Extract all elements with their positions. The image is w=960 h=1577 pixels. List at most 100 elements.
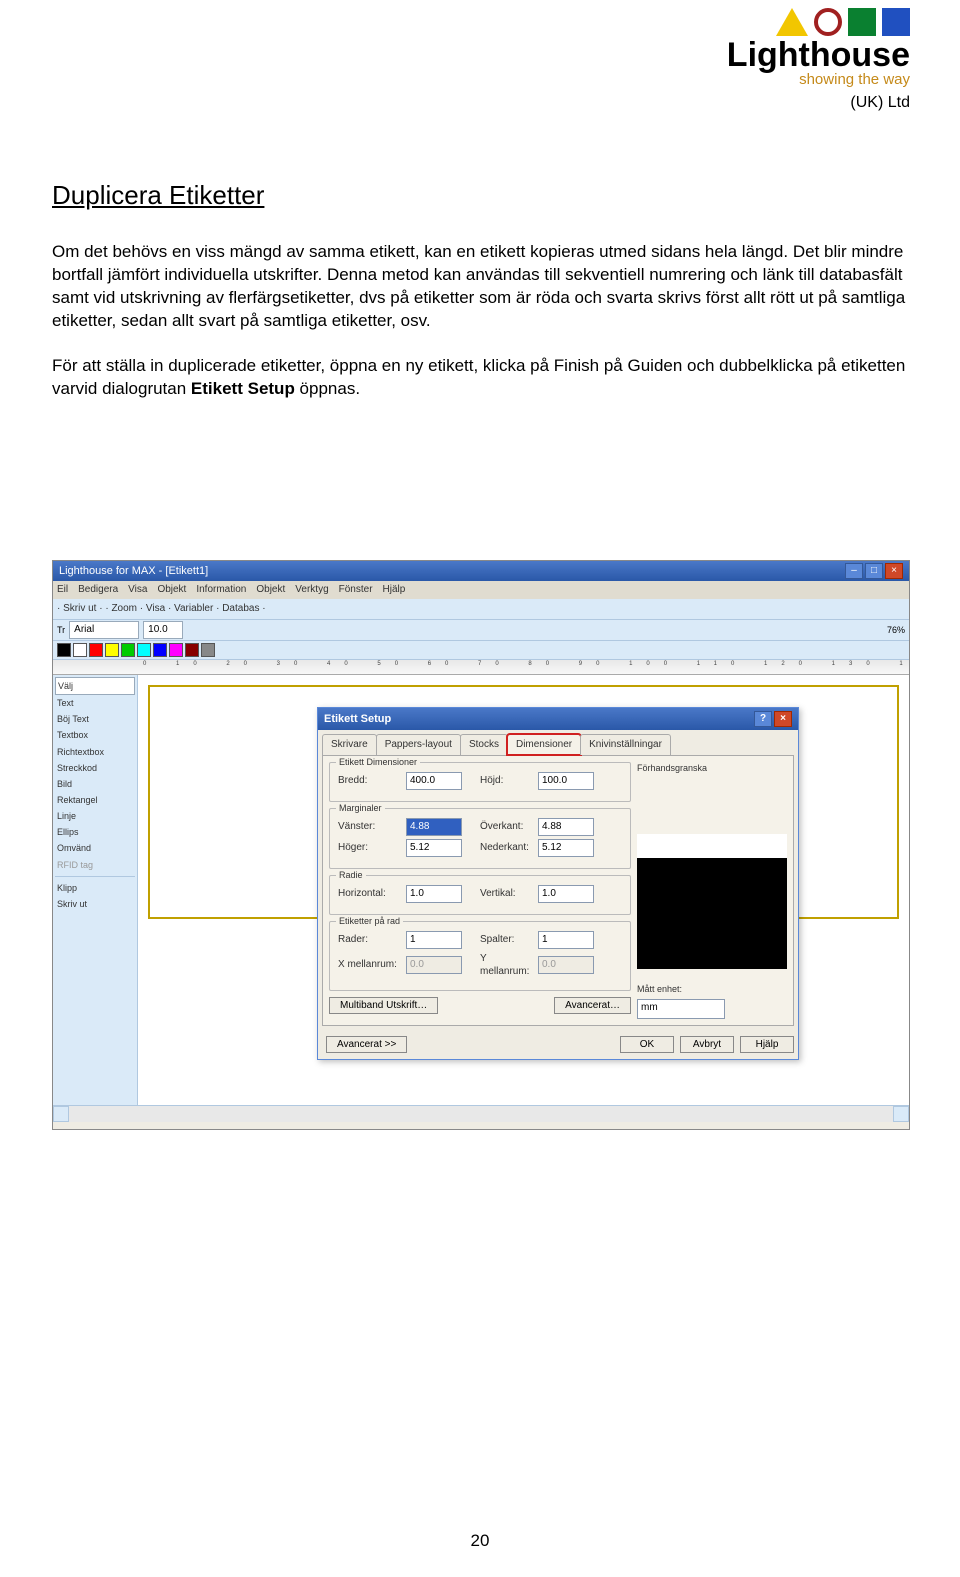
color-swatches[interactable] xyxy=(53,641,909,660)
swatch[interactable] xyxy=(73,643,87,657)
group-radius: Radie Horizontal: 1.0 Vertikal: 1.0 xyxy=(329,875,631,915)
font-select[interactable]: Arial xyxy=(69,621,139,639)
swatch[interactable] xyxy=(137,643,151,657)
ok-button[interactable]: OK xyxy=(620,1036,674,1053)
dialog-titlebar[interactable]: Etikett Setup ? × xyxy=(318,708,798,730)
tool-image[interactable]: Bild xyxy=(55,776,135,792)
tool-ellipse[interactable]: Ellips xyxy=(55,824,135,840)
tool-select[interactable]: Välj xyxy=(55,677,135,695)
swatch[interactable] xyxy=(121,643,135,657)
tool-print[interactable]: Skriv ut xyxy=(55,896,135,912)
label-vertikal: Vertikal: xyxy=(480,887,538,901)
group-legend: Radie xyxy=(336,869,366,881)
menu-tools[interactable]: Verktyg xyxy=(295,583,328,597)
cancel-button[interactable]: Avbryt xyxy=(680,1036,734,1053)
tool-line[interactable]: Linje xyxy=(55,808,135,824)
tab-stocks[interactable]: Stocks xyxy=(460,734,508,755)
preview-label: Förhandsgranska xyxy=(637,762,787,774)
label-rader: Rader: xyxy=(338,933,406,947)
scroll-right-button[interactable] xyxy=(893,1106,909,1122)
input-bredd[interactable]: 400.0 xyxy=(406,772,462,790)
menu-window[interactable]: Fönster xyxy=(339,583,373,597)
swatch[interactable] xyxy=(169,643,183,657)
tool-barcode[interactable]: Streckkod xyxy=(55,760,135,776)
tab-dimensioner[interactable]: Dimensioner xyxy=(507,734,581,755)
maximize-button[interactable]: □ xyxy=(865,563,883,579)
menu-object2[interactable]: Objekt xyxy=(256,583,285,597)
tool-richtextbox[interactable]: Richtextbox xyxy=(55,744,135,760)
multiband-button[interactable]: Multiband Utskrift… xyxy=(329,997,438,1014)
unit-label: Mått enhet: xyxy=(637,983,787,995)
swatch[interactable] xyxy=(105,643,119,657)
window-titlebar[interactable]: Lighthouse for MAX - [Etikett1] – □ × xyxy=(53,561,909,581)
toolbar-main[interactable]: · Skriv ut · · Zoom · Visa · Variabler ·… xyxy=(53,599,909,620)
help-button[interactable]: Hjälp xyxy=(740,1036,794,1053)
tab-papper[interactable]: Pappers-layout xyxy=(376,734,461,755)
logo-subtitle: showing the way xyxy=(799,70,910,90)
tool-rfid: RFID tag xyxy=(55,857,135,873)
menu-bar[interactable]: Eil Bedigera Visa Objekt Information Obj… xyxy=(53,581,909,599)
minimize-button[interactable]: – xyxy=(845,563,863,579)
scroll-left-button[interactable] xyxy=(53,1106,69,1122)
logo-tail: (UK) Ltd xyxy=(850,92,910,114)
font-toolbar[interactable]: Tr Arial 10.0 76% xyxy=(53,620,909,641)
label-nederkant: Nederkant: xyxy=(480,841,538,855)
tool-cut[interactable]: Klipp xyxy=(55,880,135,896)
advanced-expand-button[interactable]: Avancerat >> xyxy=(326,1036,407,1053)
input-hojd[interactable]: 100.0 xyxy=(538,772,594,790)
label-y-mellanrum: Y mellanrum: xyxy=(480,952,538,979)
dialog-close-button[interactable]: × xyxy=(774,711,792,727)
label-hojd: Höjd: xyxy=(480,774,538,788)
tool-textbox[interactable]: Textbox xyxy=(55,727,135,743)
horizontal-ruler: 0 10 20 30 40 50 60 70 80 90 100 110 120… xyxy=(53,660,909,675)
tool-curved-text[interactable]: Böj Text xyxy=(55,711,135,727)
dialog-tabs[interactable]: Skrivare Pappers-layout Stocks Dimension… xyxy=(318,730,798,755)
input-horizontal[interactable]: 1.0 xyxy=(406,885,462,903)
swatch[interactable] xyxy=(153,643,167,657)
input-rader[interactable]: 1 xyxy=(406,931,462,949)
fontsize-select[interactable]: 10.0 xyxy=(143,621,183,639)
menu-view[interactable]: Visa xyxy=(128,583,147,597)
horizontal-scrollbar[interactable] xyxy=(53,1105,909,1122)
swatch[interactable] xyxy=(57,643,71,657)
label-horizontal: Horizontal: xyxy=(338,887,406,901)
input-nederkant[interactable]: 5.12 xyxy=(538,839,594,857)
swatch[interactable] xyxy=(201,643,215,657)
tool-text[interactable]: Text xyxy=(55,695,135,711)
preview-box xyxy=(637,834,787,969)
tab-skrivare[interactable]: Skrivare xyxy=(322,734,377,755)
group-rows: Etiketter på rad Rader: 1 Spalter: 1 X m… xyxy=(329,921,631,991)
menu-edit[interactable]: Bedigera xyxy=(78,583,118,597)
menu-file[interactable]: Eil xyxy=(57,583,68,597)
paragraph-1: Om det behövs en viss mängd av samma eti… xyxy=(52,241,908,333)
etikett-setup-dialog: Etikett Setup ? × Skrivare Pappers-layou… xyxy=(317,707,799,1060)
window-title: Lighthouse for MAX - [Etikett1] xyxy=(59,564,208,579)
scroll-track[interactable] xyxy=(69,1106,893,1122)
menu-help[interactable]: Hjälp xyxy=(383,583,406,597)
tool-inverse[interactable]: Omvänd xyxy=(55,840,135,856)
unit-select[interactable]: mm xyxy=(637,999,725,1019)
dialog-help-button[interactable]: ? xyxy=(754,711,772,727)
group-margins: Marginaler Vänster: 4.88 Överkant: 4.88 … xyxy=(329,808,631,869)
input-spalter[interactable]: 1 xyxy=(538,931,594,949)
label-vanster: Vänster: xyxy=(338,820,406,834)
group-dimensions: Etikett Dimensioner Bredd: 400.0 Höjd: 1… xyxy=(329,762,631,802)
input-vertikal[interactable]: 1.0 xyxy=(538,885,594,903)
menu-object[interactable]: Objekt xyxy=(157,583,186,597)
input-overkant[interactable]: 4.88 xyxy=(538,818,594,836)
swatch[interactable] xyxy=(185,643,199,657)
input-hoger[interactable]: 5.12 xyxy=(406,839,462,857)
close-button[interactable]: × xyxy=(885,563,903,579)
advanced-button[interactable]: Avancerat… xyxy=(554,997,631,1014)
tool-palette[interactable]: Välj Text Böj Text Textbox Richtextbox S… xyxy=(53,675,138,1105)
para2-part-a: För att ställa in duplicerade etiketter,… xyxy=(52,356,905,398)
menu-info[interactable]: Information xyxy=(196,583,246,597)
tab-kniv[interactable]: Knivinställningar xyxy=(580,734,671,755)
page-number: 20 xyxy=(0,1530,960,1553)
input-vanster[interactable]: 4.88 xyxy=(406,818,462,836)
swatch[interactable] xyxy=(89,643,103,657)
group-legend: Etikett Dimensioner xyxy=(336,756,420,768)
tool-rectangle[interactable]: Rektangel xyxy=(55,792,135,808)
label-overkant: Överkant: xyxy=(480,820,538,834)
brand-logo: Lighthouse showing the way (UK) Ltd xyxy=(727,8,910,114)
